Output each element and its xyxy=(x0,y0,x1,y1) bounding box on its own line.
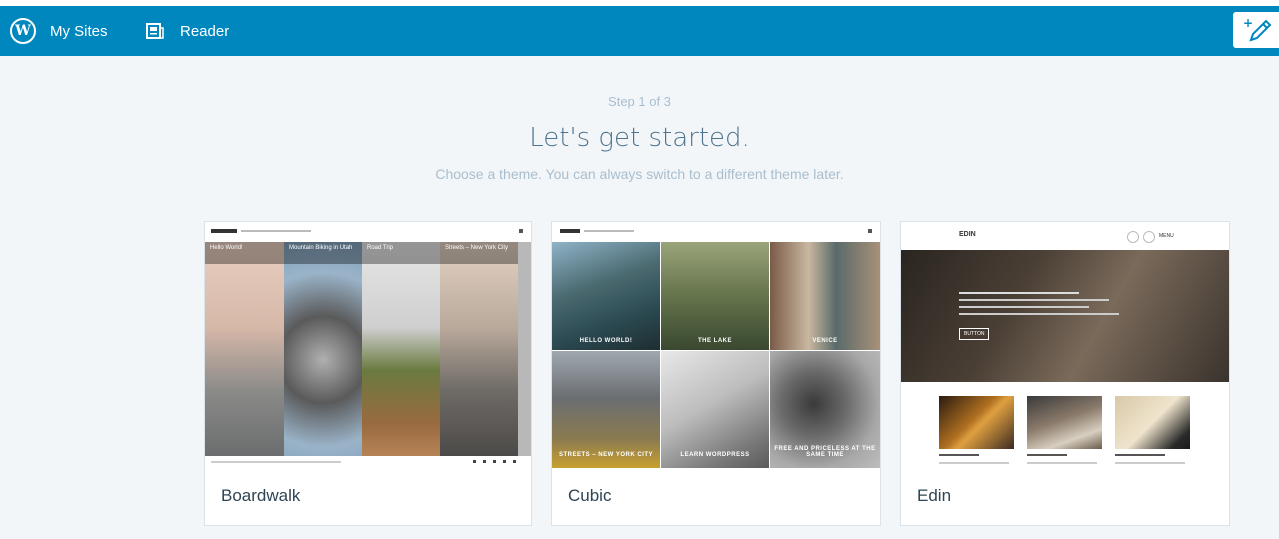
preview-header: EDIN MENU xyxy=(901,222,1229,250)
preview-tile: LEARN WORDPRESS xyxy=(661,351,769,468)
reader-label: Reader xyxy=(180,22,230,40)
page-title: Let's get started. xyxy=(529,123,750,153)
my-sites-link[interactable]: W My Sites xyxy=(10,6,108,56)
preview-thumb xyxy=(1027,396,1102,449)
step-indicator: Step 1 of 3 xyxy=(608,94,671,109)
reader-link[interactable]: Reader xyxy=(146,6,229,56)
preview-hero: BUTTON xyxy=(901,250,1229,382)
preview-tile-title: VENICE xyxy=(812,338,838,344)
preview-post-title: Road Trip xyxy=(362,242,440,264)
preview-tile-title: LEARN WORDPRESS xyxy=(680,452,750,458)
preview-site-title: EDIN xyxy=(959,231,976,238)
theme-card-boardwalk[interactable]: Hello World! Mountain Biking in Utah Roa… xyxy=(204,221,532,526)
page-subtitle: Choose a theme. You can always switch to… xyxy=(435,166,844,182)
theme-card-cubic[interactable]: HELLO WORLD! THE LAKE VENICE STREETS – N… xyxy=(551,221,881,526)
preview-menu-label: MENU xyxy=(1159,233,1174,239)
preview-post-title: Streets – New York City xyxy=(440,242,518,264)
my-sites-label: My Sites xyxy=(50,22,108,40)
preview-tile: HELLO WORLD! xyxy=(552,242,660,350)
theme-screenshot: Hello World! Mountain Biking in Utah Roa… xyxy=(205,222,531,468)
theme-screenshot: EDIN MENU BUTTON xyxy=(901,222,1229,468)
preview-post: Mountain Biking in Utah xyxy=(284,242,362,456)
preview-hero-button: BUTTON xyxy=(959,328,990,340)
theme-name: Edin xyxy=(917,486,952,505)
preview-tile: VENICE xyxy=(770,242,880,350)
preview-tile-title: THE LAKE xyxy=(698,338,732,344)
write-pencil-icon: + xyxy=(1243,16,1272,42)
preview-thumb xyxy=(939,396,1014,449)
preview-tile-title: HELLO WORLD! xyxy=(579,338,633,344)
preview-post: Streets – New York City xyxy=(440,242,518,456)
theme-screenshot: HELLO WORLD! THE LAKE VENICE STREETS – N… xyxy=(552,222,880,468)
preview-tile-title: FREE AND PRICELESS AT THE SAME TIME xyxy=(774,446,876,458)
preview-post-title: Mountain Biking in Utah xyxy=(284,242,362,264)
reader-icon xyxy=(146,23,164,39)
theme-name: Cubic xyxy=(568,486,612,505)
preview-post xyxy=(518,242,531,456)
write-post-button[interactable]: + xyxy=(1233,12,1279,48)
preview-tile-title: STREETS – NEW YORK CITY xyxy=(558,452,654,458)
preview-post: Road Trip xyxy=(362,242,440,456)
theme-name: Boardwalk xyxy=(221,486,301,505)
preview-footer xyxy=(205,456,531,468)
masterbar: W My Sites Reader + xyxy=(0,6,1279,56)
preview-tile: STREETS – NEW YORK CITY xyxy=(552,351,660,468)
preview-tile: FREE AND PRICELESS AT THE SAME TIME xyxy=(770,351,880,468)
svg-text:+: + xyxy=(1243,16,1253,30)
preview-header xyxy=(205,222,531,242)
preview-post-title: Hello World! xyxy=(205,242,284,264)
theme-card-edin[interactable]: EDIN MENU BUTTON Edin xyxy=(900,221,1230,526)
preview-header xyxy=(552,222,880,242)
preview-thumb xyxy=(1115,396,1190,449)
preview-tile: THE LAKE xyxy=(661,242,769,350)
wordpress-logo-icon: W xyxy=(10,18,36,44)
preview-post: Hello World! xyxy=(205,242,284,456)
